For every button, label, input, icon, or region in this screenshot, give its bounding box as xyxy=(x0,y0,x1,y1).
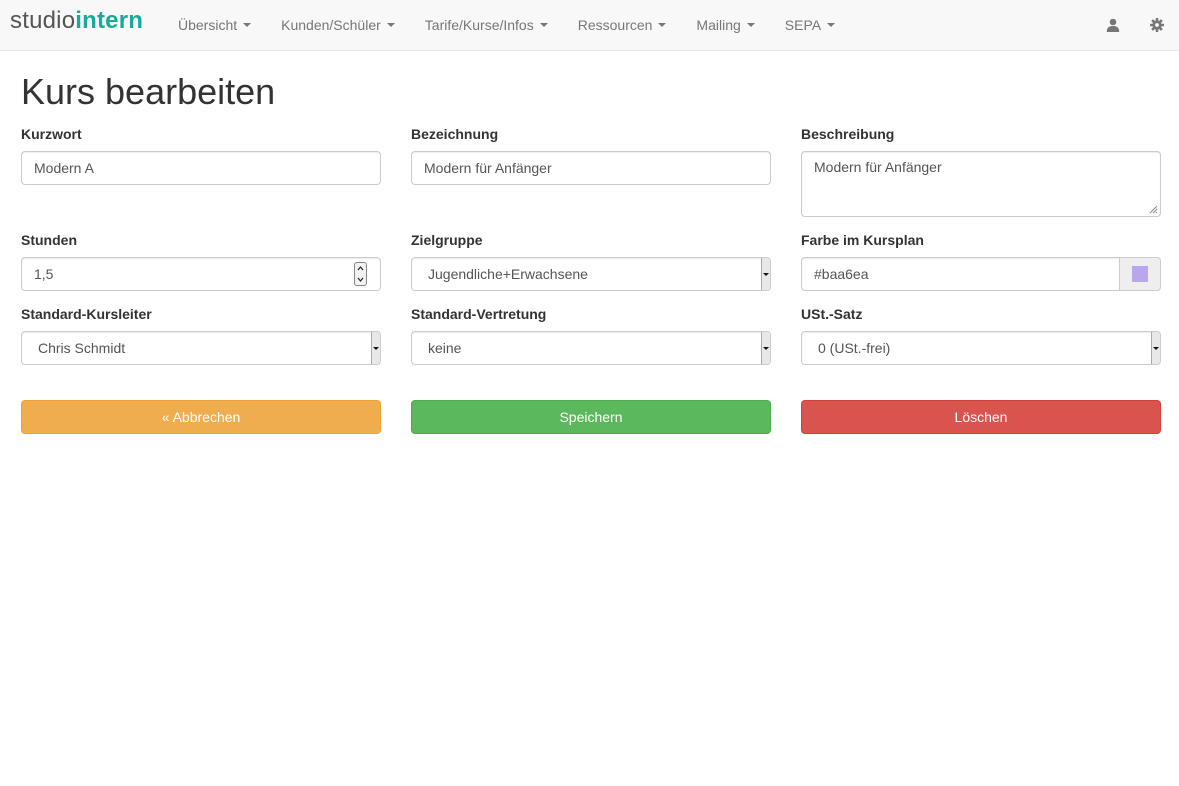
nav-item-label: Übersicht xyxy=(178,17,238,33)
brand-part-intern: intern xyxy=(75,7,144,34)
select-arrow-icon xyxy=(371,332,380,364)
beschreibung-text: Modern für Anfänger xyxy=(814,159,942,175)
ust-select[interactable]: 0 (USt.-frei) xyxy=(801,331,1161,365)
farbe-value: #baa6ea xyxy=(814,266,869,282)
gear-icon xyxy=(1150,18,1164,32)
nav-item-label: Mailing xyxy=(696,17,741,33)
caret-down-icon xyxy=(386,23,395,27)
select-arrow-icon xyxy=(761,258,770,290)
nav-item-ressourcen[interactable]: Ressourcen xyxy=(563,0,682,50)
user-menu-button[interactable] xyxy=(1091,0,1135,50)
spin-up-icon[interactable] xyxy=(355,263,366,274)
brand-part-studio: studio xyxy=(10,7,76,34)
bezeichnung-label: Bezeichnung xyxy=(411,126,499,142)
caret-down-icon xyxy=(539,23,548,27)
nav-item-uebersicht[interactable]: Übersicht xyxy=(163,0,266,50)
save-button[interactable]: Speichern xyxy=(411,400,771,434)
caret-down-icon xyxy=(746,23,755,27)
select-arrow-icon xyxy=(1151,332,1160,364)
ust-selected-value: 0 (USt.-frei) xyxy=(818,340,891,356)
nav-item-label: Kunden/Schüler xyxy=(281,17,381,33)
spin-down-icon[interactable] xyxy=(355,274,366,285)
main-nav: Übersicht Kunden/Schüler Tarife/Kurse/In… xyxy=(163,0,850,50)
color-swatch-icon[interactable] xyxy=(1132,266,1148,282)
stunden-number-input[interactable]: 1,5 xyxy=(21,257,381,291)
vertretung-label: Standard-Vertretung xyxy=(411,306,547,322)
nav-item-label: Ressourcen xyxy=(577,17,653,33)
zielgruppe-selected-value: Jugendliche+Erwachsene xyxy=(428,266,588,282)
caret-down-icon xyxy=(243,23,252,27)
nav-item-label: Tarife/Kurse/Infos xyxy=(424,17,534,33)
zielgruppe-select[interactable]: Jugendliche+Erwachsene xyxy=(411,257,771,291)
nav-item-tarife-kurse-infos[interactable]: Tarife/Kurse/Infos xyxy=(410,0,563,50)
stunden-label: Stunden xyxy=(21,232,77,248)
bezeichnung-input[interactable] xyxy=(411,151,771,185)
caret-down-icon xyxy=(658,23,667,27)
vertretung-selected-value: keine xyxy=(428,340,462,356)
nav-item-mailing[interactable]: Mailing xyxy=(681,0,769,50)
kursleiter-selected-value: Chris Schmidt xyxy=(38,340,126,356)
nav-item-kunden-schueler[interactable]: Kunden/Schüler xyxy=(266,0,410,50)
stunden-value: 1,5 xyxy=(34,266,54,282)
number-spinner[interactable] xyxy=(354,262,367,286)
top-navbar: studiointern Übersicht Kunden/Schüler Ta… xyxy=(0,0,1179,51)
user-icon xyxy=(1106,18,1120,32)
kursleiter-label: Standard-Kursleiter xyxy=(21,306,152,322)
select-arrow-icon xyxy=(761,332,770,364)
kursleiter-select[interactable]: Chris Schmidt xyxy=(21,331,381,365)
vertretung-select[interactable]: keine xyxy=(411,331,771,365)
color-picker-addon[interactable] xyxy=(1119,257,1161,291)
settings-button[interactable] xyxy=(1135,0,1179,50)
delete-button[interactable]: Löschen xyxy=(801,400,1161,434)
nav-item-sepa[interactable]: SEPA xyxy=(770,0,850,50)
kurzwort-label: Kurzwort xyxy=(21,126,82,142)
nav-item-label: SEPA xyxy=(784,17,822,33)
caret-down-icon xyxy=(827,23,836,27)
farbe-input[interactable]: #baa6ea xyxy=(801,257,1161,291)
brand-logo[interactable]: studiointern xyxy=(10,6,143,36)
beschreibung-label: Beschreibung xyxy=(801,126,895,142)
nav-right xyxy=(1091,0,1179,50)
farbe-label: Farbe im Kursplan xyxy=(801,232,924,248)
page-title: Kurs bearbeiten xyxy=(21,71,276,112)
resize-grip-icon[interactable] xyxy=(1149,205,1158,214)
kurzwort-input[interactable] xyxy=(21,151,381,185)
ust-label: USt.-Satz xyxy=(801,306,863,322)
zielgruppe-label: Zielgruppe xyxy=(411,232,483,248)
cancel-button[interactable]: « Abbrechen xyxy=(21,400,381,434)
beschreibung-textarea[interactable]: Modern für Anfänger xyxy=(801,151,1161,217)
